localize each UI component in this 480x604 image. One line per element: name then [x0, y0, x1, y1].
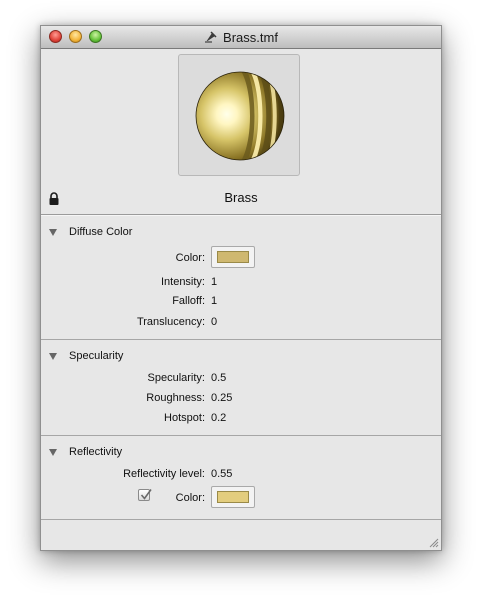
window-title: Brass.tmf: [223, 29, 278, 45]
disclosure-triangle-icon[interactable]: [49, 228, 57, 236]
reflectivity-level-label: Reflectivity level:: [123, 468, 205, 480]
section-diffuse-title: Diffuse Color: [69, 226, 133, 238]
specularity-label: Specularity:: [147, 372, 205, 384]
brass-sphere-preview: [195, 71, 285, 161]
divider: [41, 339, 441, 340]
reflectivity-color-well[interactable]: [211, 486, 255, 508]
window-title-group: Brass.tmf: [41, 26, 441, 48]
divider: [41, 214, 441, 215]
translucency-value[interactable]: 0: [211, 316, 217, 328]
material-preview: [178, 54, 300, 176]
section-specularity-title: Specularity: [69, 350, 124, 362]
divider: [41, 435, 441, 436]
section-reflectivity-header[interactable]: Reflectivity: [49, 445, 122, 459]
disclosure-triangle-icon[interactable]: [49, 448, 57, 456]
falloff-value[interactable]: 1: [211, 295, 217, 307]
material-name: Brass: [224, 190, 258, 205]
section-specularity-header[interactable]: Specularity: [49, 349, 123, 363]
reflectivity-level-value[interactable]: 0.55: [211, 468, 232, 480]
roughness-label: Roughness:: [146, 392, 205, 404]
roughness-value[interactable]: 0.25: [211, 392, 232, 404]
translucency-label: Translucency:: [136, 316, 205, 328]
section-diffuse-header[interactable]: Diffuse Color: [49, 225, 132, 239]
resize-grip-icon[interactable]: [427, 536, 439, 548]
falloff-label: Falloff:: [172, 295, 205, 307]
diffuse-color-swatch: [217, 251, 249, 263]
diffuse-color-well[interactable]: [211, 246, 255, 268]
diffuse-color-label: Color:: [175, 252, 205, 264]
specularity-value[interactable]: 0.5: [211, 372, 226, 384]
material-inspector-window: Brass.tmf Brass Diffuse Color Color: Int…: [40, 25, 442, 551]
intensity-value[interactable]: 1: [211, 276, 217, 288]
title-bar[interactable]: Brass.tmf: [41, 26, 441, 49]
reflectivity-color-label: Color:: [175, 492, 205, 504]
disclosure-triangle-icon[interactable]: [49, 352, 57, 360]
reflectivity-color-swatch: [217, 491, 249, 503]
divider: [41, 519, 441, 520]
document-icon: [205, 31, 217, 43]
hotspot-value[interactable]: 0.2: [211, 412, 226, 424]
intensity-label: Intensity:: [160, 276, 205, 288]
section-reflectivity-title: Reflectivity: [69, 446, 123, 458]
hotspot-label: Hotspot:: [164, 412, 205, 424]
